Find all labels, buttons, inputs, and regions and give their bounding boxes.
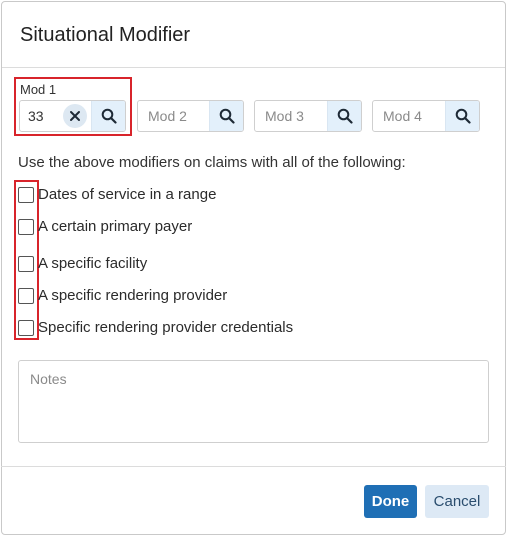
condition-dates-of-service[interactable]: Dates of service in a range — [18, 186, 216, 203]
mod2-field[interactable]: Mod 2 — [137, 100, 244, 132]
notes-placeholder[interactable]: Notes — [30, 371, 67, 387]
checkbox[interactable] — [18, 255, 34, 272]
footer-divider — [1, 466, 506, 467]
condition-label: Dates of service in a range — [38, 186, 217, 203]
mod1-field[interactable]: 33 — [19, 100, 126, 132]
condition-rendering-provider[interactable]: A specific rendering provider — [18, 287, 227, 304]
condition-provider-credentials[interactable]: Specific rendering provider credentials — [18, 319, 293, 336]
done-button[interactable]: Done — [364, 485, 417, 518]
mod3-field[interactable]: Mod 3 — [254, 100, 362, 132]
mod4-field[interactable]: Mod 4 — [372, 100, 480, 132]
checkbox[interactable] — [18, 186, 34, 203]
dialog-title: Situational Modifier — [20, 24, 191, 46]
instruction-text: Use the above modifiers on claims with a… — [18, 154, 406, 171]
condition-facility[interactable]: A specific facility — [18, 255, 147, 272]
mod4-search-icon[interactable] — [445, 101, 479, 131]
mod2-placeholder[interactable]: Mod 2 — [138, 108, 209, 124]
mod1-value[interactable]: 33 — [20, 108, 63, 124]
clear-icon[interactable] — [63, 104, 87, 128]
mod3-search-icon[interactable] — [327, 101, 361, 131]
condition-label: Specific rendering provider credentials — [38, 319, 294, 336]
mod3-placeholder[interactable]: Mod 3 — [255, 108, 327, 124]
condition-label: A certain primary payer — [38, 218, 193, 235]
condition-label: A specific rendering provider — [38, 287, 228, 304]
mod2-search-icon[interactable] — [209, 101, 243, 131]
header-divider — [2, 67, 505, 68]
condition-label: A specific facility — [38, 255, 148, 272]
mod1-label: Mod 1 — [20, 82, 57, 97]
notes-textarea[interactable]: Notes — [18, 360, 489, 443]
checkbox[interactable] — [18, 218, 34, 235]
cancel-button[interactable]: Cancel — [425, 485, 489, 518]
mod1-search-icon[interactable] — [91, 101, 125, 131]
condition-primary-payer[interactable]: A certain primary payer — [18, 218, 192, 235]
checkbox[interactable] — [18, 319, 34, 336]
checkbox[interactable] — [18, 287, 34, 304]
mod4-placeholder[interactable]: Mod 4 — [373, 108, 445, 124]
